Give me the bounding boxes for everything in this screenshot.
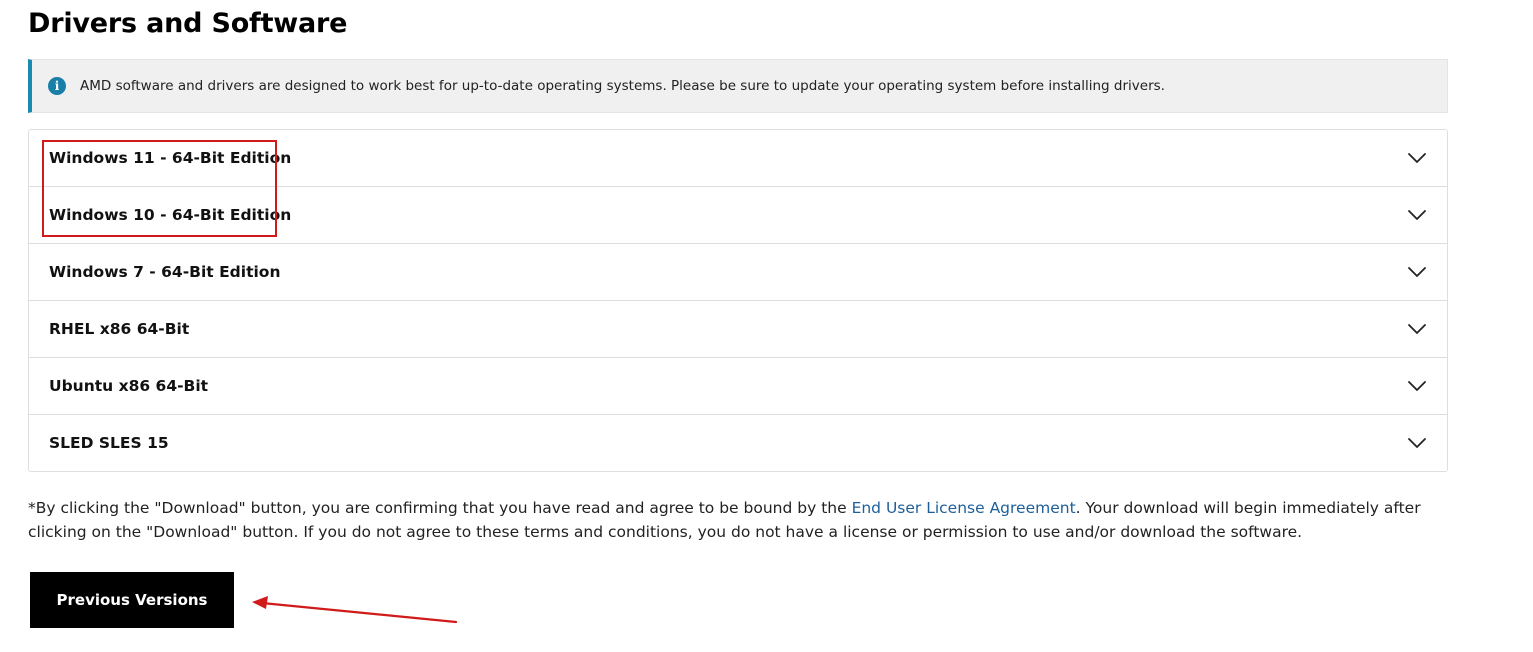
- annotation-arrow: [252, 596, 458, 624]
- accordion-item-label: Windows 11 - 64-Bit Edition: [49, 149, 292, 167]
- os-accordion: Windows 11 - 64-Bit Edition Windows 10 -…: [28, 129, 1448, 472]
- chevron-down-icon[interactable]: [1407, 209, 1427, 221]
- accordion-item-ubuntu[interactable]: Ubuntu x86 64-Bit: [29, 357, 1447, 414]
- disclaimer-text-before: *By clicking the "Download" button, you …: [28, 499, 852, 517]
- notice-text: AMD software and drivers are designed to…: [80, 78, 1165, 94]
- chevron-down-icon[interactable]: [1407, 266, 1427, 278]
- accordion-item-label: Windows 7 - 64-Bit Edition: [49, 263, 281, 281]
- eula-link[interactable]: End User License Agreement: [852, 499, 1076, 517]
- accordion-item-windows-11[interactable]: Windows 11 - 64-Bit Edition: [29, 130, 1447, 186]
- chevron-down-icon[interactable]: [1407, 437, 1427, 449]
- chevron-down-icon[interactable]: [1407, 323, 1427, 335]
- accordion-item-rhel[interactable]: RHEL x86 64-Bit: [29, 300, 1447, 357]
- eula-disclaimer: *By clicking the "Download" button, you …: [28, 496, 1458, 544]
- info-notice: i AMD software and drivers are designed …: [28, 59, 1448, 113]
- accordion-item-label: SLED SLES 15: [49, 434, 169, 452]
- chevron-down-icon[interactable]: [1407, 152, 1427, 164]
- accordion-item-label: Windows 10 - 64-Bit Edition: [49, 206, 292, 224]
- accordion-item-windows-10[interactable]: Windows 10 - 64-Bit Edition: [29, 186, 1447, 243]
- accordion-item-sled-sles[interactable]: SLED SLES 15: [29, 414, 1447, 471]
- page-title: Drivers and Software: [28, 8, 348, 39]
- accordion-item-windows-7[interactable]: Windows 7 - 64-Bit Edition: [29, 243, 1447, 300]
- accordion-item-label: Ubuntu x86 64-Bit: [49, 377, 209, 395]
- accordion-item-label: RHEL x86 64-Bit: [49, 320, 190, 338]
- info-icon: i: [48, 77, 66, 95]
- chevron-down-icon[interactable]: [1407, 380, 1427, 392]
- previous-versions-button[interactable]: Previous Versions: [30, 572, 234, 628]
